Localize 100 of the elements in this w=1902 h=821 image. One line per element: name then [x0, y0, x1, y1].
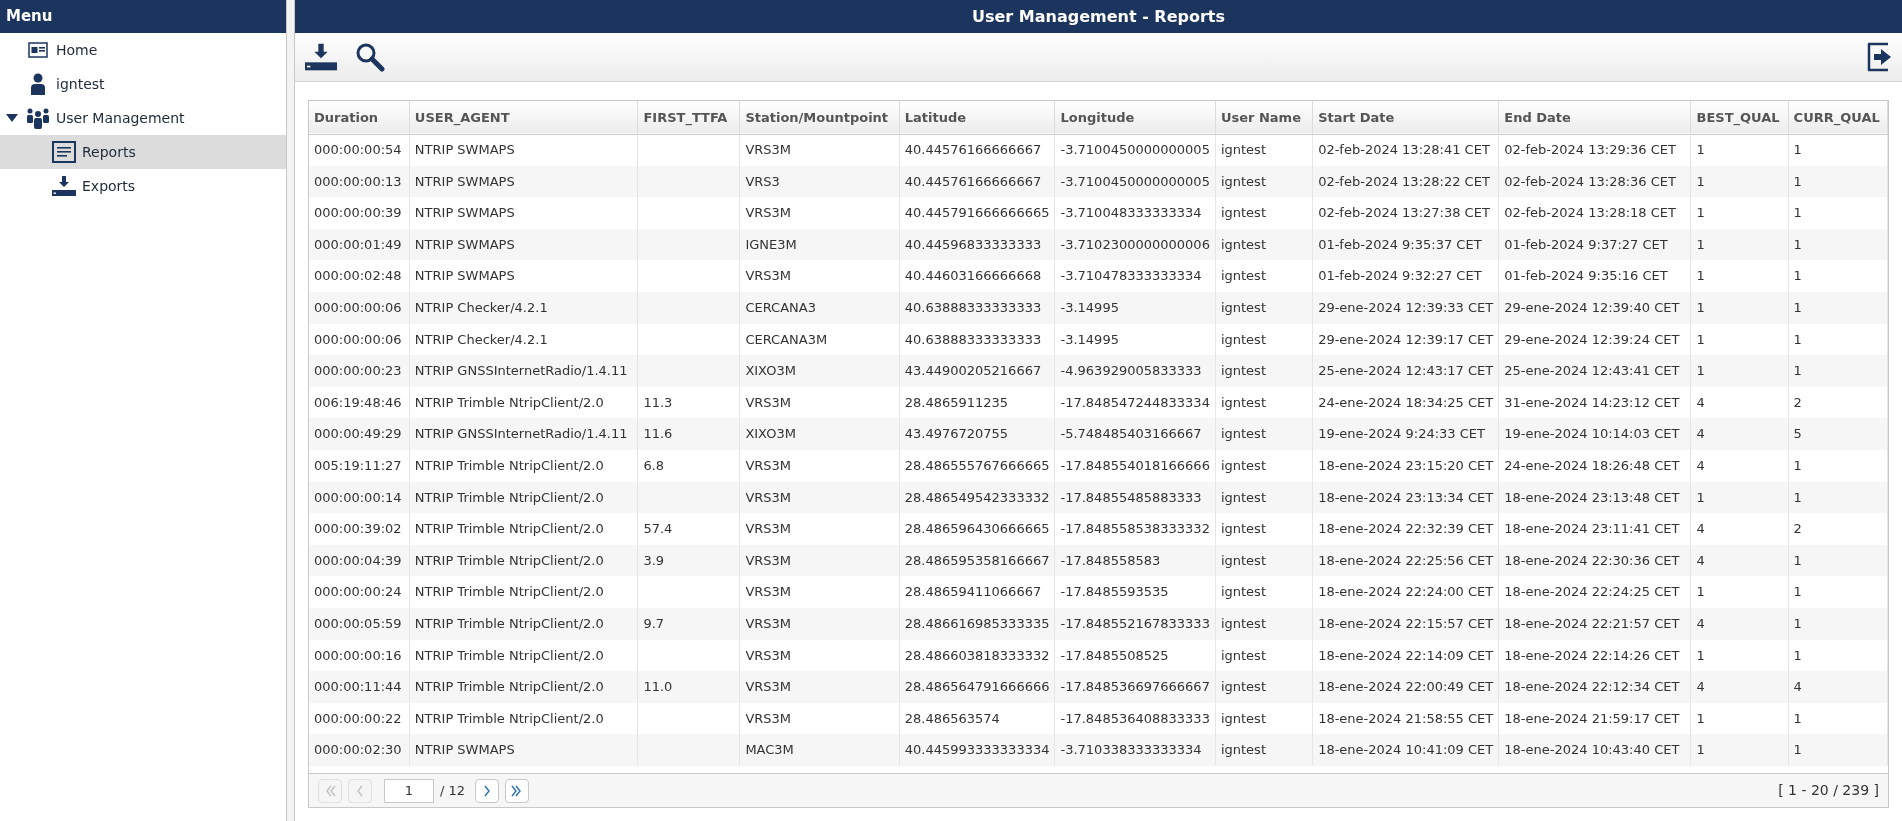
table-cell: 4 [1696, 521, 1705, 537]
table-cell: 1 [1793, 331, 1802, 347]
table-cell: VRS3M [745, 615, 792, 631]
table-cell: igntest [1220, 173, 1266, 189]
sidebar-label: User Management [56, 108, 185, 128]
table-cell: 1 [1696, 647, 1705, 663]
table-cell: 000:00:39:02 [314, 521, 402, 537]
table-cell: igntest [1220, 679, 1266, 695]
page-input[interactable]: 1 [384, 778, 434, 803]
id-card-icon [28, 42, 48, 58]
table-cell: 18-ene-2024 22:24:25 CET [1504, 584, 1680, 600]
table-cell: 18-ene-2024 22:25:56 CET [1318, 552, 1494, 568]
table-cell: 02-feb-2024 13:28:22 CET [1318, 173, 1490, 189]
table-cell: 005:19:11:27 [314, 458, 402, 473]
table-cell: 1 [1793, 489, 1802, 505]
table-cell: 18-ene-2024 22:15:57 CET [1318, 615, 1494, 631]
table-cell: MAC3M [745, 742, 794, 758]
column-header[interactable]: FIRST_TTFA [637, 101, 740, 134]
table-cell: -17.848558583 [1060, 552, 1161, 568]
search-icon [355, 42, 385, 72]
table-cell: 40.44603166666668 [904, 268, 1042, 284]
table-cell: 02-feb-2024 13:29:36 CET [1504, 142, 1676, 158]
table-cell: 24-ene-2024 18:26:48 CET [1504, 458, 1680, 473]
table-cell: 31-ene-2024 14:23:12 CET [1504, 394, 1680, 410]
table-cell: -17.848552167833333 [1060, 615, 1210, 631]
table-cell: 1 [1793, 205, 1802, 221]
table-cell: -3.710478333333334 [1060, 268, 1202, 284]
table-cell: 000:00:49:29 [314, 426, 402, 442]
table-cell: -4.963929005833333 [1060, 363, 1202, 379]
sidebar-item[interactable]: Exports [0, 169, 286, 203]
table-cell: -3.7102300000000006 [1060, 236, 1210, 252]
table-cell: 1 [1696, 584, 1705, 600]
sidebar-item[interactable]: Reports [0, 135, 286, 169]
table-cell: 11.0 [643, 679, 673, 695]
table-cell: 01-feb-2024 9:37:27 CET [1504, 236, 1668, 252]
table-cell: 28.4865911235 [904, 394, 1009, 410]
table-cell: 1 [1793, 742, 1802, 758]
table-cell: VRS3M [745, 489, 792, 505]
table-cell: 000:00:00:24 [314, 584, 402, 600]
table-cell: IGNE3M [745, 236, 797, 252]
table-cell: 4 [1696, 458, 1705, 473]
column-header[interactable]: BEST_QUAL [1691, 101, 1789, 134]
column-header[interactable]: User Name [1215, 101, 1313, 134]
splitter-handle[interactable] [287, 0, 295, 821]
table-cell: XIXO3M [745, 363, 796, 379]
table-cell: NTRIP Trimble NtripClient/2.0 [414, 489, 604, 505]
table-cell: 57.4 [643, 521, 673, 537]
column-header[interactable]: Latitude [899, 101, 1055, 134]
table-cell: 40.44576166666667 [904, 173, 1042, 189]
table-cell: -17.848547244833334 [1060, 394, 1210, 410]
sidebar-item[interactable]: User Management [0, 101, 286, 135]
table-cell: 29-ene-2024 12:39:33 CET [1318, 300, 1494, 315]
table-cell: 006:19:48:46 [314, 394, 402, 410]
column-header[interactable]: USER_AGENT [409, 101, 638, 134]
table-cell: NTRIP Trimble NtripClient/2.0 [414, 710, 604, 726]
download-button[interactable] [303, 41, 339, 73]
table-cell: VRS3M [745, 268, 792, 284]
table-cell: 1 [1696, 205, 1705, 221]
table-cell: igntest [1220, 268, 1266, 284]
table-cell: 1 [1793, 647, 1802, 663]
table-cell: igntest [1220, 394, 1266, 410]
column-header[interactable]: Start Date [1312, 101, 1499, 134]
table-cell: NTRIP Trimble NtripClient/2.0 [414, 458, 604, 473]
column-header[interactable]: End Date [1498, 101, 1691, 134]
table-cell: 18-ene-2024 23:13:48 CET [1504, 489, 1680, 505]
column-header[interactable]: CURR_QUAL [1788, 101, 1888, 134]
table-cell: 01-feb-2024 9:35:37 CET [1318, 236, 1482, 252]
column-header[interactable]: Station/Mountpoint [739, 101, 900, 134]
table-cell: igntest [1220, 584, 1266, 600]
sidebar-item[interactable]: igntest [0, 67, 286, 101]
table-cell: NTRIP Checker/4.2.1 [414, 300, 548, 315]
table-cell: 40.63888333333333 [904, 331, 1042, 347]
next-page-button[interactable] [475, 778, 500, 803]
table-cell: NTRIP GNSSInternetRadio/1.4.11 [414, 426, 628, 442]
sidebar-label: Exports [82, 176, 136, 196]
table-cell: igntest [1220, 710, 1266, 726]
table-cell: 1 [1793, 458, 1802, 473]
table-cell: igntest [1220, 205, 1266, 221]
table-cell: VRS3 [745, 173, 780, 189]
table-cell: 01-feb-2024 9:32:27 CET [1318, 268, 1482, 284]
table-cell: VRS3M [745, 394, 792, 410]
table-cell: NTRIP SWMAPS [414, 268, 515, 284]
table-cell: NTRIP GNSSInternetRadio/1.4.11 [414, 363, 628, 379]
table-cell: 1 [1696, 268, 1705, 284]
table-cell: 2 [1793, 394, 1802, 410]
table-cell: 29-ene-2024 12:39:17 CET [1318, 331, 1494, 347]
table-cell: 28.486563574 [904, 710, 1000, 726]
column-header[interactable]: Duration [309, 101, 410, 134]
last-page-button[interactable] [505, 778, 530, 803]
download-icon [305, 43, 337, 71]
table-cell: -17.848536408833333 [1060, 710, 1210, 726]
table-cell: -17.848558538333332 [1060, 521, 1210, 537]
table-cell: 1 [1696, 300, 1705, 315]
sidebar-label: Home [56, 40, 98, 60]
person-icon [30, 73, 46, 95]
caret-icon[interactable] [6, 114, 18, 122]
table-cell: 01-feb-2024 9:35:16 CET [1504, 268, 1668, 284]
sidebar-item[interactable]: Home [0, 33, 286, 67]
column-header[interactable]: Longitude [1055, 101, 1216, 134]
table-cell: VRS3M [745, 679, 792, 695]
